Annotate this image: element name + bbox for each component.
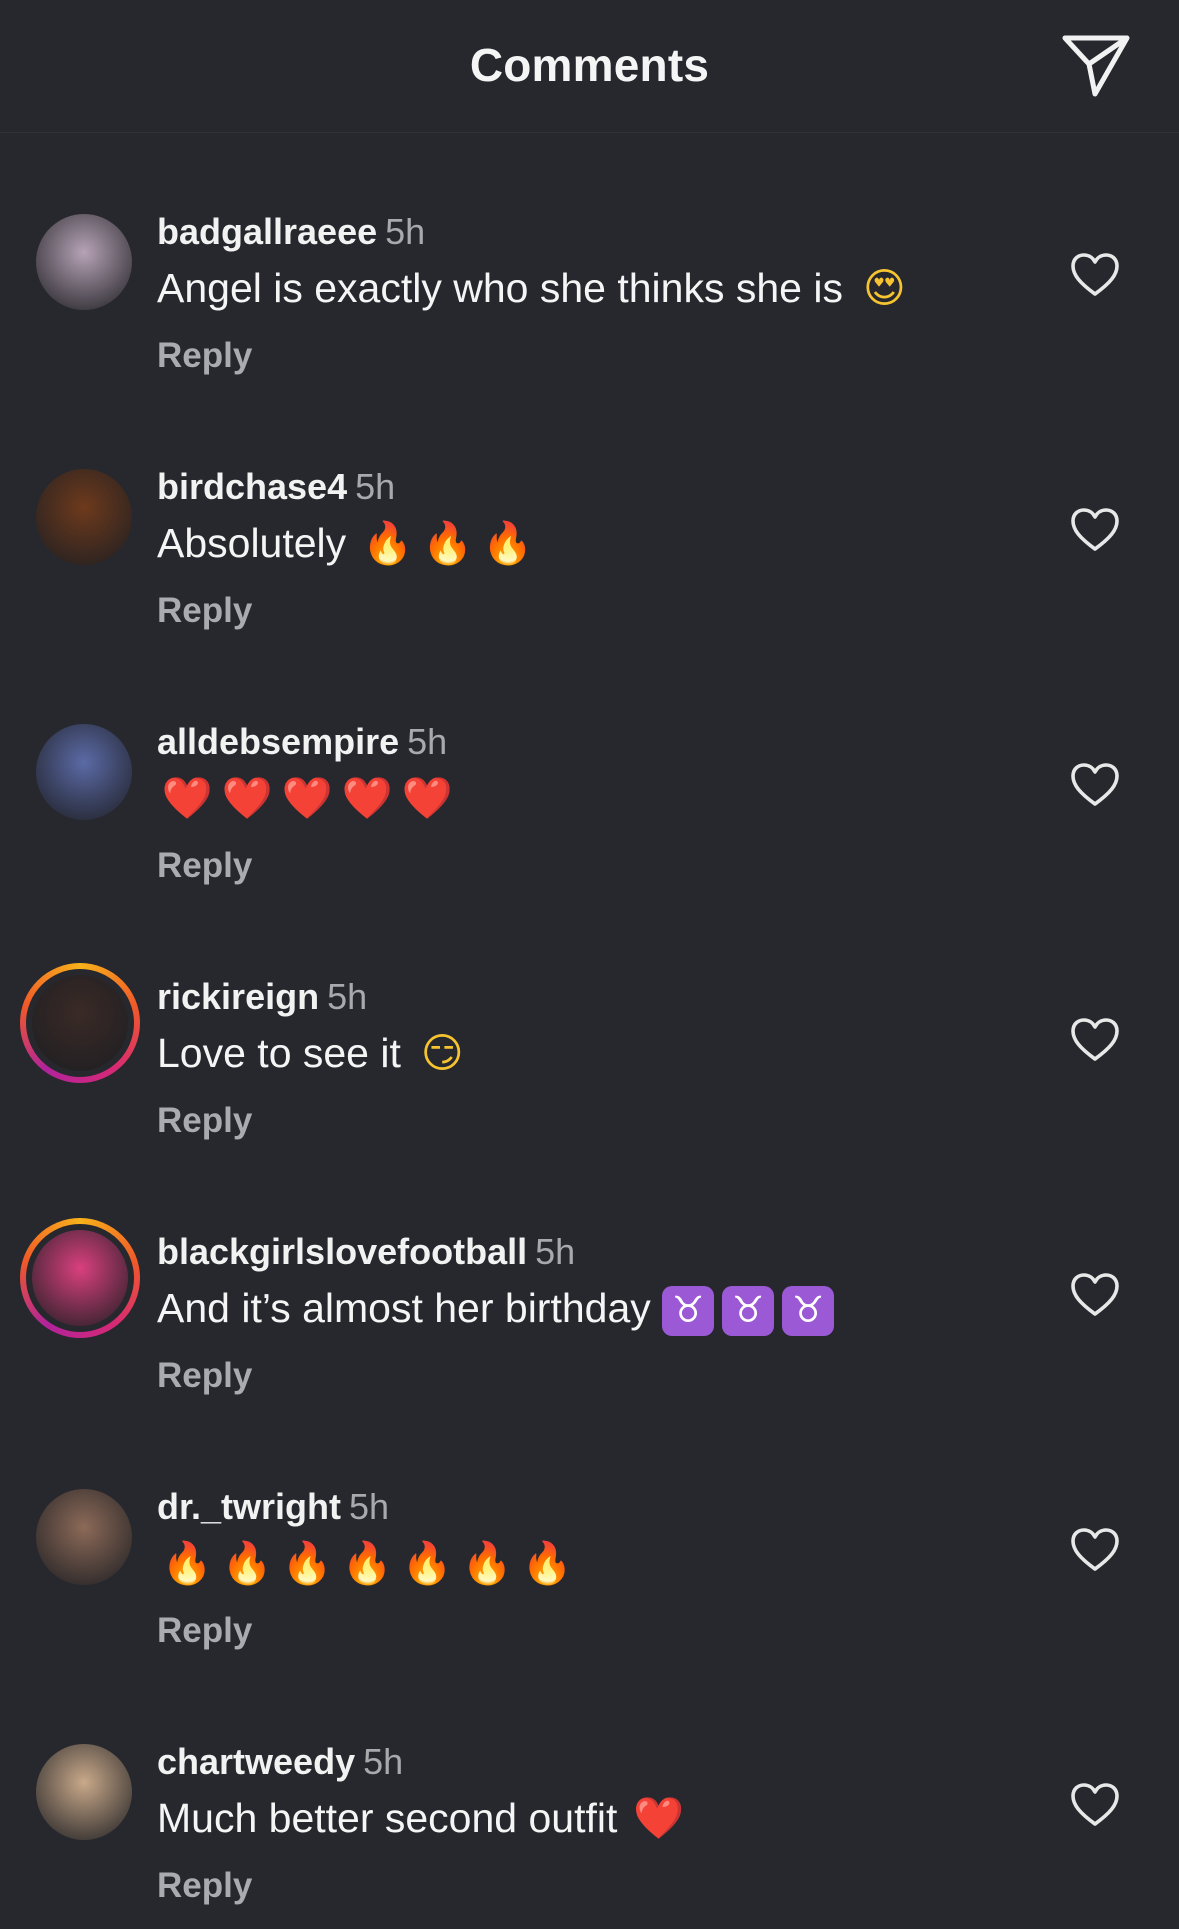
- reply-button[interactable]: Reply: [157, 1356, 252, 1396]
- comment-text: ❤️ ❤️ ❤️ ❤️ ❤️: [157, 772, 457, 824]
- heart-outline-icon[interactable]: [1070, 762, 1120, 808]
- comment-item: blackgirlslovefootball 5h And it’s almost …: [0, 1218, 1179, 1434]
- comment-meta: birdchase4 5h: [157, 466, 395, 508]
- heart-outline-icon[interactable]: [1070, 1782, 1120, 1828]
- avatar[interactable]: [36, 724, 132, 820]
- comment-meta: rickireign 5h: [157, 976, 367, 1018]
- timestamp: 5h: [535, 1231, 576, 1272]
- fire-emoji: 🔥: [161, 1539, 213, 1587]
- avatar[interactable]: [36, 469, 132, 565]
- heart-outline-icon[interactable]: [1070, 1527, 1120, 1573]
- comment-item: chartweedy 5h Much better second outfit ❤️…: [0, 1741, 1179, 1929]
- taurus-emoji: ♉: [782, 1286, 835, 1336]
- comment-text-content: Angel is exactly who she thinks she is: [157, 265, 843, 311]
- fire-emoji: 🔥: [482, 519, 534, 567]
- reply-button[interactable]: Reply: [157, 591, 252, 631]
- red-heart-emoji: ❤️: [401, 774, 453, 822]
- comment-text-content: Love to see it: [157, 1030, 401, 1076]
- heart-outline-icon[interactable]: [1070, 252, 1120, 298]
- comments-sheet: Comments badgallraeee 5h Angel is exactly …: [0, 0, 1179, 1929]
- comment-text-content: Much better second outfit: [157, 1795, 618, 1841]
- comments-header: Comments: [0, 0, 1179, 133]
- timestamp: 5h: [355, 466, 396, 507]
- comment-meta: dr._twright 5h: [157, 1486, 389, 1528]
- timestamp: 5h: [385, 211, 426, 252]
- story-ring[interactable]: [20, 1218, 140, 1338]
- red-heart-emoji: ❤️: [161, 774, 213, 822]
- heart-outline-icon[interactable]: [1070, 507, 1120, 553]
- heart-outline-icon[interactable]: [1070, 1017, 1120, 1063]
- comment-text: And it’s almost her birthday ♉ ♉ ♉: [157, 1282, 842, 1336]
- username[interactable]: birdchase4: [157, 466, 347, 507]
- avatar[interactable]: [32, 975, 128, 1071]
- avatar[interactable]: [32, 1230, 128, 1326]
- reply-button[interactable]: Reply: [157, 1611, 252, 1651]
- comment-item: rickireign 5h Love to see it 😏 Reply: [0, 963, 1179, 1179]
- fire-emoji: 🔥: [281, 1539, 333, 1587]
- username[interactable]: alldebsempire: [157, 721, 399, 762]
- comment-item: birdchase4 5h Absolutely 🔥 🔥 🔥 Reply: [0, 466, 1179, 669]
- username[interactable]: dr._twright: [157, 1486, 341, 1527]
- page-title: Comments: [469, 39, 710, 91]
- heart-eyes-emoji: 😍: [862, 264, 906, 312]
- comment-text: 🔥 🔥 🔥 🔥 🔥 🔥 🔥: [157, 1537, 577, 1589]
- comment-text-content: Absolutely: [157, 520, 347, 566]
- fire-emoji: 🔥: [221, 1539, 273, 1587]
- reply-button[interactable]: Reply: [157, 1866, 252, 1906]
- red-heart-emoji: ❤️: [341, 774, 393, 822]
- username[interactable]: rickireign: [157, 976, 319, 1017]
- fire-emoji: 🔥: [362, 519, 414, 567]
- story-ring[interactable]: [20, 963, 140, 1083]
- timestamp: 5h: [363, 1741, 404, 1782]
- username[interactable]: blackgirlslovefootball: [157, 1231, 527, 1272]
- fire-emoji: 🔥: [401, 1539, 453, 1587]
- comment-meta: badgallraeee 5h: [157, 211, 425, 253]
- fire-emoji: 🔥: [521, 1539, 573, 1587]
- heart-outline-icon[interactable]: [1070, 1272, 1120, 1318]
- fire-emoji: 🔥: [461, 1539, 513, 1587]
- avatar[interactable]: [36, 1744, 132, 1840]
- timestamp: 5h: [349, 1486, 390, 1527]
- smirk-emoji: 😏: [420, 1029, 464, 1077]
- comment-text: Much better second outfit ❤️: [157, 1792, 689, 1844]
- avatar[interactable]: [36, 1489, 132, 1585]
- reply-button[interactable]: Reply: [157, 846, 252, 886]
- red-heart-emoji: ❤️: [281, 774, 333, 822]
- reply-button[interactable]: Reply: [157, 1101, 252, 1141]
- red-heart-emoji: ❤️: [633, 1794, 685, 1842]
- taurus-emoji: ♉: [722, 1286, 775, 1336]
- avatar[interactable]: [36, 214, 132, 310]
- fire-emoji: 🔥: [341, 1539, 393, 1587]
- reply-button[interactable]: Reply: [157, 336, 252, 376]
- fire-emoji: 🔥: [422, 519, 474, 567]
- comment-text: Angel is exactly who she thinks she is 😍: [157, 262, 914, 314]
- taurus-emoji: ♉: [662, 1286, 715, 1336]
- timestamp: 5h: [327, 976, 368, 1017]
- red-heart-emoji: ❤️: [221, 774, 273, 822]
- comment-meta: blackgirlslovefootball 5h: [157, 1231, 575, 1273]
- comment-meta: chartweedy 5h: [157, 1741, 403, 1783]
- comment-item: alldebsempire 5h ❤️ ❤️ ❤️ ❤️ ❤️ Reply: [0, 721, 1179, 924]
- comment-text: Absolutely 🔥 🔥 🔥: [157, 517, 538, 569]
- username[interactable]: chartweedy: [157, 1741, 355, 1782]
- username[interactable]: badgallraeee: [157, 211, 377, 252]
- timestamp: 5h: [407, 721, 448, 762]
- paper-plane-icon[interactable]: [1061, 32, 1131, 100]
- comment-text-content: And it’s almost her birthday: [157, 1285, 651, 1331]
- comment-text: Love to see it 😏: [157, 1027, 472, 1079]
- comment-item: dr._twright 5h 🔥 🔥 🔥 🔥 🔥 🔥 🔥 Reply: [0, 1486, 1179, 1689]
- comment-meta: alldebsempire 5h: [157, 721, 447, 763]
- comment-item: badgallraeee 5h Angel is exactly who she t…: [0, 211, 1179, 414]
